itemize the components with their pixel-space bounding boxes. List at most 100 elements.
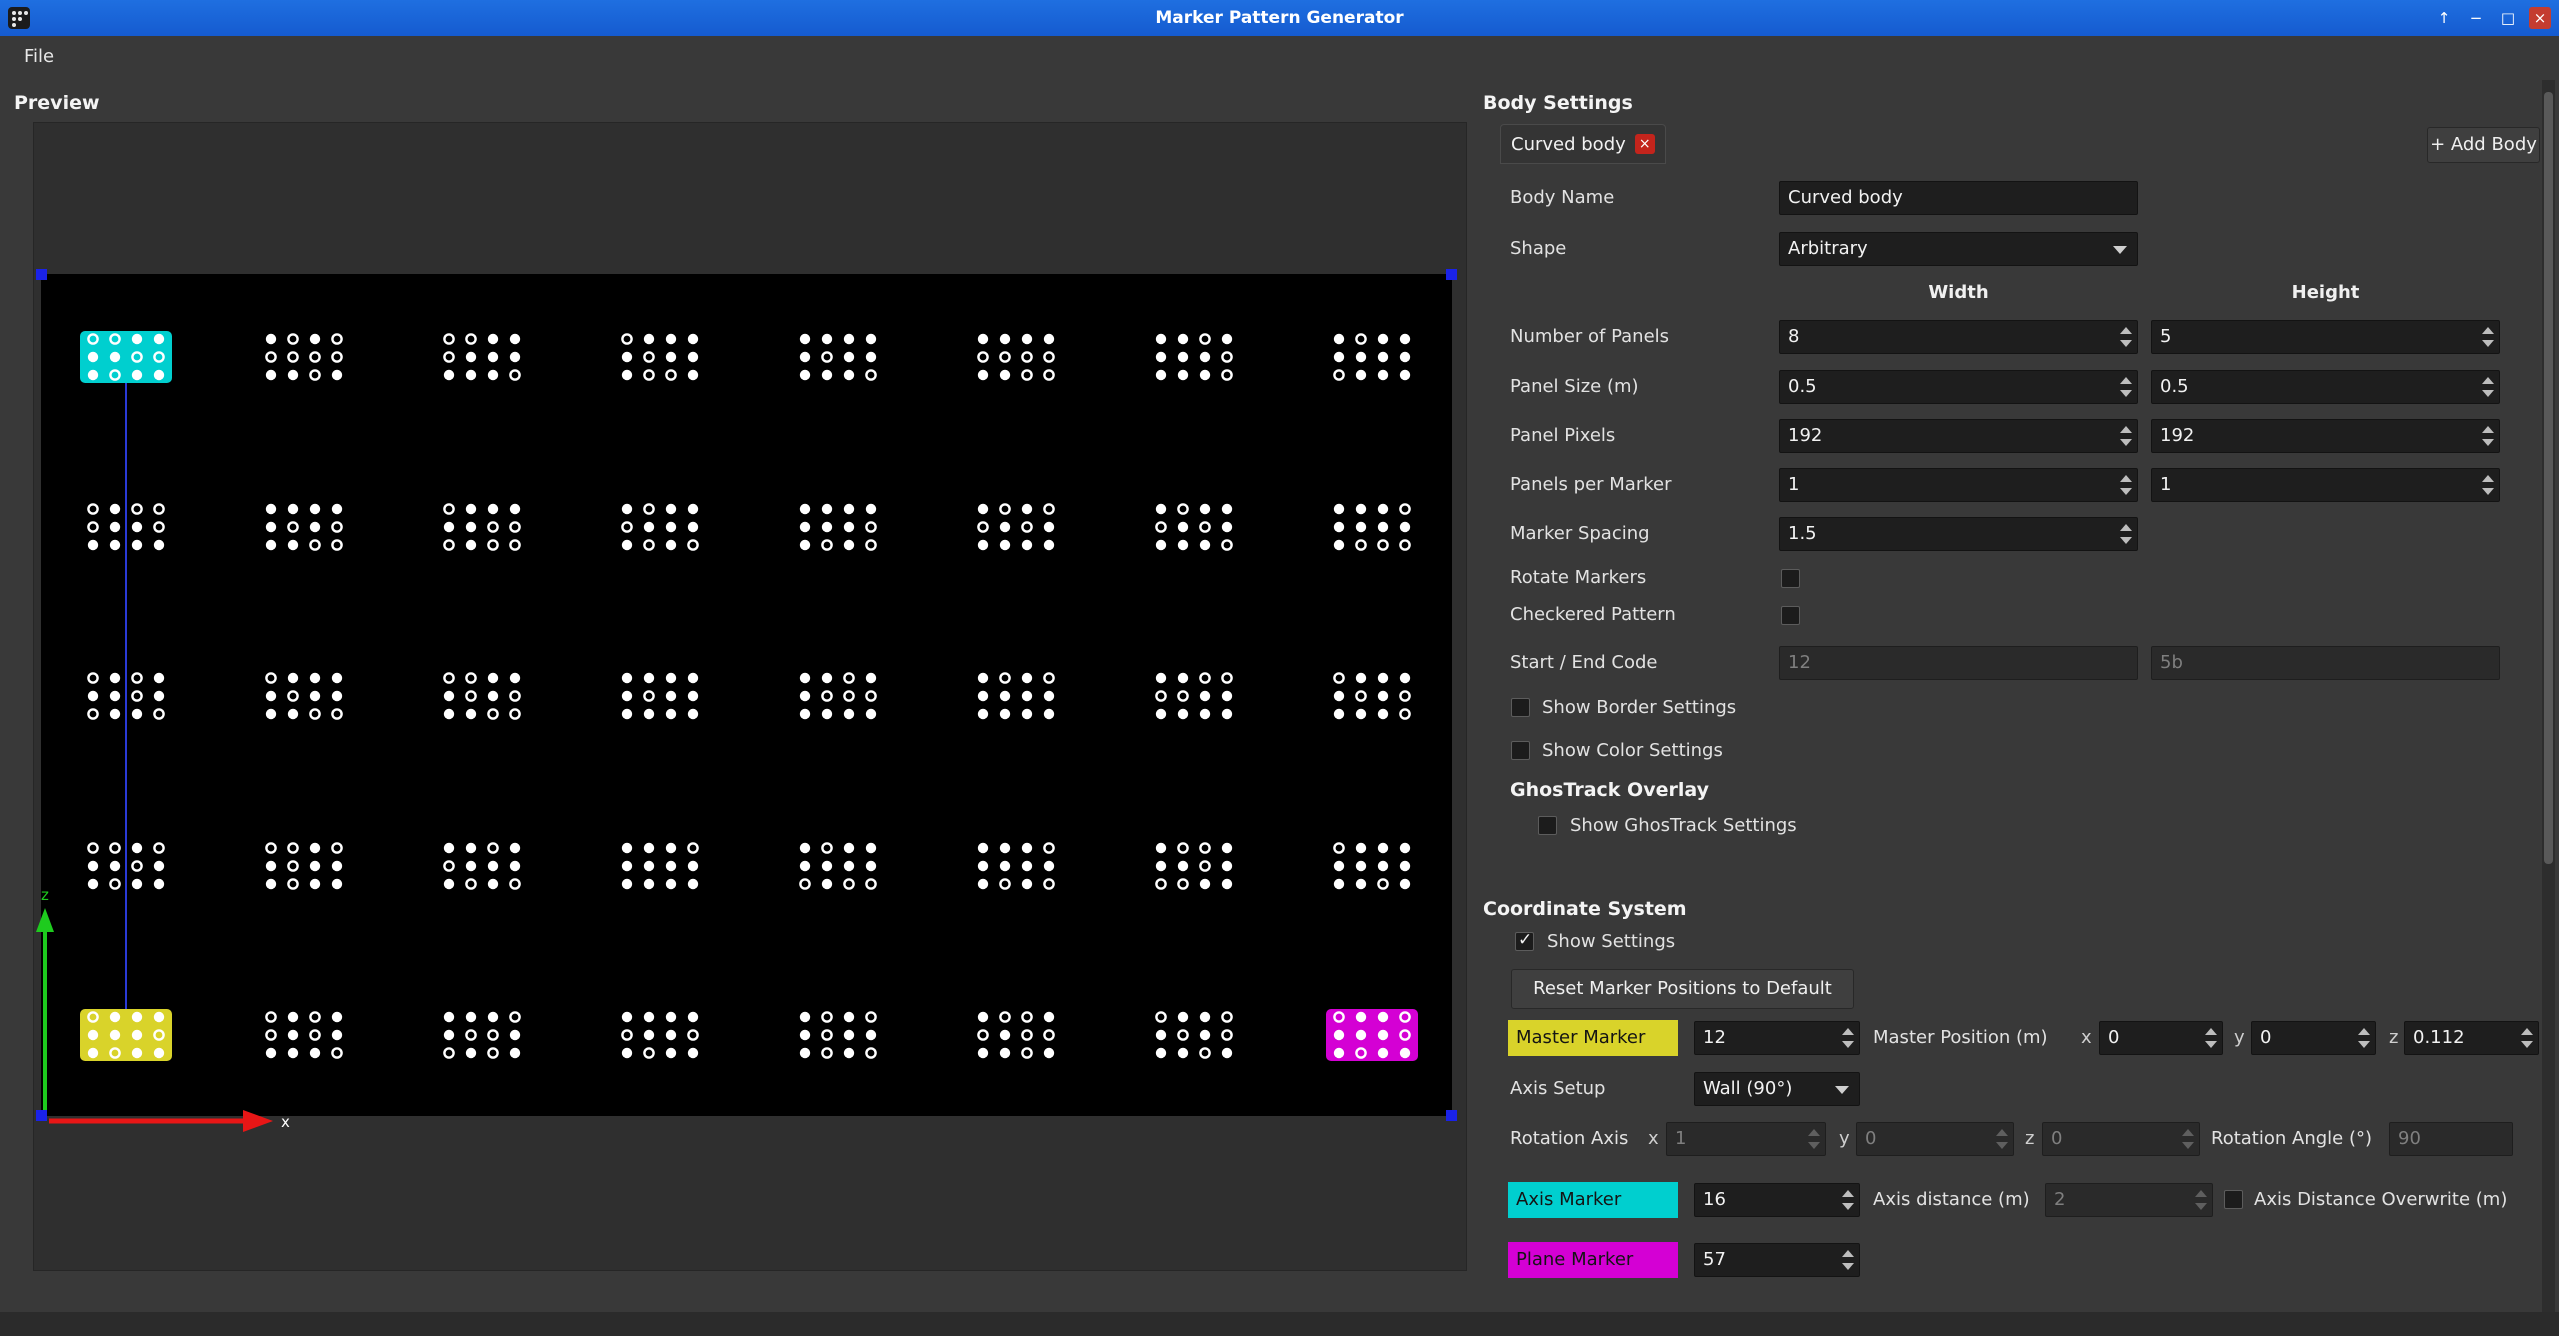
marker-pattern[interactable] xyxy=(436,331,528,383)
spinner-arrows[interactable] xyxy=(2521,1022,2533,1054)
spinner-arrows[interactable] xyxy=(1808,1123,1820,1155)
spinner-arrows[interactable] xyxy=(2182,1123,2194,1155)
spinner-arrows[interactable] xyxy=(2205,1022,2217,1054)
panel-size-width-spinbox[interactable]: 0.5 xyxy=(1779,370,2138,404)
marker-pattern[interactable] xyxy=(80,670,172,722)
marker-pattern[interactable] xyxy=(1148,670,1240,722)
marker-pattern[interactable] xyxy=(1326,670,1418,722)
show-ghostrack-settings-checkbox[interactable] xyxy=(1538,816,1557,835)
show-color-settings-checkbox[interactable] xyxy=(1511,741,1530,760)
marker-pattern[interactable] xyxy=(614,1009,706,1061)
master-marker[interactable] xyxy=(80,1009,172,1061)
spinner-arrows[interactable] xyxy=(2482,469,2494,501)
checkered-pattern-checkbox[interactable] xyxy=(1781,606,1800,625)
spinner-arrows[interactable] xyxy=(2120,321,2132,353)
spinner-arrows[interactable] xyxy=(2120,371,2132,403)
marker-pattern[interactable] xyxy=(436,670,528,722)
shade-button[interactable]: ↑ xyxy=(2433,7,2455,29)
marker-spacing-spinbox[interactable]: 1.5 xyxy=(1779,517,2138,551)
rotation-axis-y-spinbox[interactable]: 0 xyxy=(1856,1122,2014,1156)
minimize-button[interactable]: − xyxy=(2465,7,2487,29)
start-code-input[interactable]: 12 xyxy=(1779,646,2138,680)
marker-pattern[interactable] xyxy=(80,840,172,892)
marker-pattern[interactable] xyxy=(258,501,350,553)
marker-pattern[interactable] xyxy=(1326,501,1418,553)
rotation-axis-x-spinbox[interactable]: 1 xyxy=(1666,1122,1826,1156)
marker-pattern[interactable] xyxy=(258,1009,350,1061)
canvas-corner-handle[interactable] xyxy=(1446,269,1457,280)
rotation-angle-input[interactable]: 90 xyxy=(2389,1122,2513,1156)
axis-distance-overwrite-checkbox[interactable] xyxy=(2224,1190,2243,1209)
marker-pattern[interactable] xyxy=(614,331,706,383)
spinner-arrows[interactable] xyxy=(2120,420,2132,452)
show-settings-checkbox[interactable] xyxy=(1515,932,1534,951)
spinner-arrows[interactable] xyxy=(1842,1184,1854,1216)
number-of-panels-height-spinbox[interactable]: 5 xyxy=(2151,320,2500,354)
tab-curved-body[interactable]: Curved body × xyxy=(1500,124,1666,164)
marker-pattern[interactable] xyxy=(436,501,528,553)
marker-pattern[interactable] xyxy=(258,840,350,892)
marker-pattern[interactable] xyxy=(970,501,1062,553)
spinner-arrows[interactable] xyxy=(2120,469,2132,501)
marker-pattern[interactable] xyxy=(792,331,884,383)
panel-pixels-width-spinbox[interactable]: 192 xyxy=(1779,419,2138,453)
spinner-arrows[interactable] xyxy=(2482,420,2494,452)
show-border-settings-checkbox[interactable] xyxy=(1511,698,1530,717)
master-position-y-spinbox[interactable]: 0 xyxy=(2251,1021,2376,1055)
marker-pattern[interactable] xyxy=(792,1009,884,1061)
marker-pattern[interactable] xyxy=(792,840,884,892)
marker-canvas[interactable]: zx xyxy=(41,274,1452,1116)
canvas-corner-handle[interactable] xyxy=(36,1110,47,1121)
marker-pattern[interactable] xyxy=(792,670,884,722)
panels-per-marker-height-spinbox[interactable]: 1 xyxy=(2151,468,2500,502)
marker-pattern[interactable] xyxy=(614,840,706,892)
axis-setup-dropdown[interactable]: Wall (90°) xyxy=(1694,1072,1860,1106)
marker-pattern[interactable] xyxy=(614,670,706,722)
marker-pattern[interactable] xyxy=(970,331,1062,383)
marker-pattern[interactable] xyxy=(614,501,706,553)
rotate-markers-checkbox[interactable] xyxy=(1781,569,1800,588)
marker-pattern[interactable] xyxy=(1148,1009,1240,1061)
marker-pattern[interactable] xyxy=(792,501,884,553)
plane-marker[interactable] xyxy=(1326,1009,1418,1061)
close-button[interactable]: × xyxy=(2529,7,2551,29)
marker-pattern[interactable] xyxy=(1148,501,1240,553)
canvas-corner-handle[interactable] xyxy=(1446,1110,1457,1121)
number-of-panels-width-spinbox[interactable]: 8 xyxy=(1779,320,2138,354)
menu-file[interactable]: File xyxy=(16,43,62,71)
spinner-arrows[interactable] xyxy=(2358,1022,2370,1054)
marker-pattern[interactable] xyxy=(970,1009,1062,1061)
spinner-arrows[interactable] xyxy=(2482,321,2494,353)
end-code-input[interactable]: 5b xyxy=(2151,646,2500,680)
marker-pattern[interactable] xyxy=(258,331,350,383)
marker-pattern[interactable] xyxy=(1148,331,1240,383)
add-body-button[interactable]: + Add Body xyxy=(2427,127,2540,163)
master-marker-id-spinbox[interactable]: 12 xyxy=(1694,1021,1860,1055)
marker-pattern[interactable] xyxy=(1326,840,1418,892)
body-name-input[interactable]: Curved body xyxy=(1779,181,2138,215)
panels-per-marker-width-spinbox[interactable]: 1 xyxy=(1779,468,2138,502)
axis-marker[interactable] xyxy=(80,331,172,383)
title-bar[interactable]: Marker Pattern Generator ↑ − □ × xyxy=(0,0,2559,36)
vertical-scrollbar-thumb[interactable] xyxy=(2544,92,2553,864)
rotation-axis-z-spinbox[interactable]: 0 xyxy=(2042,1122,2200,1156)
marker-pattern[interactable] xyxy=(970,670,1062,722)
reset-marker-positions-button[interactable]: Reset Marker Positions to Default xyxy=(1511,969,1854,1009)
marker-pattern[interactable] xyxy=(258,670,350,722)
spinner-arrows[interactable] xyxy=(2195,1184,2207,1216)
tab-close-button[interactable]: × xyxy=(1635,134,1655,154)
spinner-arrows[interactable] xyxy=(1842,1022,1854,1054)
panel-size-height-spinbox[interactable]: 0.5 xyxy=(2151,370,2500,404)
shape-dropdown[interactable]: Arbitrary xyxy=(1779,232,2138,266)
spinner-arrows[interactable] xyxy=(1842,1244,1854,1276)
master-position-z-spinbox[interactable]: 0.112 xyxy=(2404,1021,2539,1055)
marker-pattern[interactable] xyxy=(1326,331,1418,383)
axis-distance-spinbox[interactable]: 2 xyxy=(2045,1183,2213,1217)
marker-pattern[interactable] xyxy=(436,1009,528,1061)
spinner-arrows[interactable] xyxy=(1996,1123,2008,1155)
axis-marker-id-spinbox[interactable]: 16 xyxy=(1694,1183,1860,1217)
spinner-arrows[interactable] xyxy=(2120,518,2132,550)
marker-pattern[interactable] xyxy=(970,840,1062,892)
panel-pixels-height-spinbox[interactable]: 192 xyxy=(2151,419,2500,453)
marker-pattern[interactable] xyxy=(80,501,172,553)
